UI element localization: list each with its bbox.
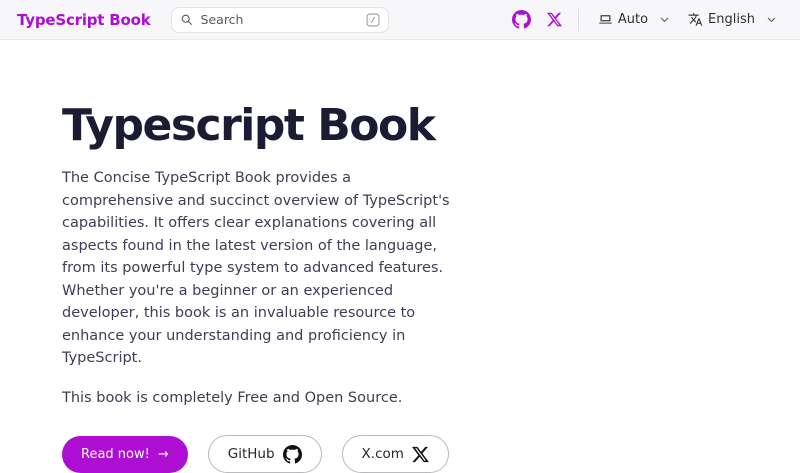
site-logo[interactable]: TypeScript Book — [17, 11, 151, 29]
x-icon — [547, 12, 562, 27]
hero-actions: Read now! → GitHub X.com — [62, 435, 800, 473]
github-link[interactable] — [504, 10, 539, 29]
github-button[interactable]: GitHub — [208, 435, 322, 473]
chevron-down-icon — [766, 14, 777, 25]
x-icon — [412, 446, 429, 463]
navbar-right: Auto English — [504, 9, 786, 31]
github-icon — [283, 445, 302, 464]
search-input[interactable] — [199, 11, 360, 28]
translate-icon — [688, 12, 703, 27]
read-now-button[interactable]: Read now! → — [62, 436, 188, 473]
hero-description: The Concise TypeScript Book provides a c… — [62, 167, 462, 370]
laptop-icon — [598, 12, 613, 27]
x-link[interactable] — [539, 12, 570, 27]
github-button-label: GitHub — [228, 446, 275, 462]
hero-section: Typescript Book The Concise TypeScript B… — [0, 40, 800, 473]
x-com-button[interactable]: X.com — [342, 435, 449, 473]
navbar: TypeScript Book — [0, 0, 800, 40]
page-title: Typescript Book — [62, 102, 800, 150]
github-icon — [512, 10, 531, 29]
appearance-switcher[interactable]: Auto — [589, 12, 679, 27]
hero-tagline: This book is completely Free and Open So… — [62, 387, 800, 410]
search-box[interactable] — [171, 7, 389, 33]
language-label: English — [708, 12, 755, 27]
chevron-down-icon — [659, 14, 670, 25]
search-icon — [180, 13, 193, 26]
navbar-divider — [578, 9, 579, 31]
appearance-label: Auto — [618, 12, 648, 27]
x-button-label: X.com — [362, 446, 404, 462]
read-now-label: Read now! — [81, 447, 150, 462]
language-switcher[interactable]: English — [679, 12, 786, 27]
slash-key-icon — [366, 13, 380, 27]
